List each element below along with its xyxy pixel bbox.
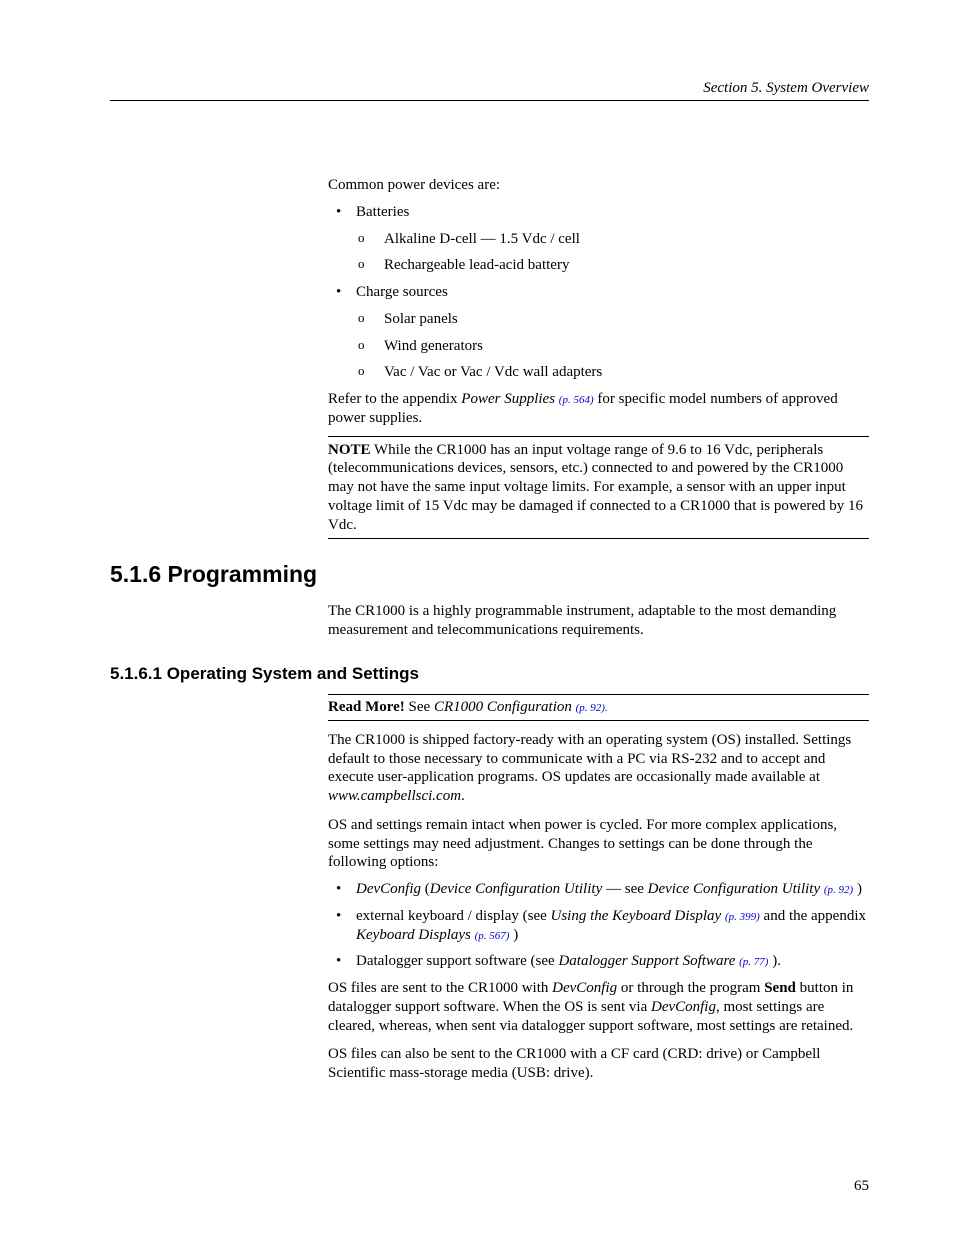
text-run: ) <box>509 927 518 943</box>
refer-appendix-para: Refer to the appendix Power Supplies (p.… <box>328 390 869 428</box>
text-bold: Send <box>764 980 796 996</box>
text-italic: Using the Keyboard Display <box>551 908 725 924</box>
text-run: The CR1000 is shipped factory-ready with… <box>328 732 851 786</box>
readmore-box: Read More! See CR1000 Configuration (p. … <box>328 694 869 721</box>
note-text: While the CR1000 has an input voltage ra… <box>328 442 863 533</box>
sublist-item: Solar panels <box>356 310 869 329</box>
readmore-label: Read More! <box>328 699 405 715</box>
text-run: ( <box>421 881 430 897</box>
text-italic: Power Supplies <box>461 391 559 407</box>
heading-programming: 5.1.6 Programming <box>110 561 869 588</box>
text-italic: CR1000 Configuration <box>434 699 576 715</box>
os-para-1: The CR1000 is shipped factory-ready with… <box>328 731 869 806</box>
os-para-4: OS files can also be sent to the CR1000 … <box>328 1045 869 1083</box>
list-item-devconfig: DevConfig (Device Configuration Utility … <box>328 880 869 899</box>
page-reference-link[interactable]: (p. 399) <box>725 911 760 923</box>
text-run: Refer to the appendix <box>328 391 461 407</box>
sublist-item: Vac / Vac or Vac / Vdc wall adapters <box>356 363 869 382</box>
page-reference-link[interactable]: (p. 567) <box>475 930 510 942</box>
text-italic: DevConfig <box>356 881 421 897</box>
text-run: and the appendix <box>760 908 866 924</box>
text-italic: Keyboard Displays <box>356 927 475 943</box>
power-devices-list: Batteries Alkaline D-cell — 1.5 Vdc / ce… <box>328 203 869 382</box>
text-run: Datalogger support software (see <box>356 953 558 969</box>
text-italic: Device Configuration Utility <box>648 881 824 897</box>
list-item-batteries: Batteries Alkaline D-cell — 1.5 Vdc / ce… <box>328 203 869 275</box>
note-box: NOTE While the CR1000 has an input volta… <box>328 436 869 540</box>
common-power-intro: Common power devices are: <box>328 176 869 195</box>
section-label: Section 5. System Overview <box>703 80 869 96</box>
batteries-sublist: Alkaline D-cell — 1.5 Vdc / cell Recharg… <box>356 230 869 276</box>
text-italic: DevConfig <box>651 999 716 1015</box>
page-number: 65 <box>854 1178 869 1195</box>
text-run: or through the program <box>617 980 764 996</box>
text-run: external keyboard / display (see <box>356 908 551 924</box>
text-italic: Datalogger Support Software <box>558 953 739 969</box>
text-run: See <box>405 699 434 715</box>
sublist-item: Alkaline D-cell — 1.5 Vdc / cell <box>356 230 869 249</box>
text-run: ). <box>768 953 781 969</box>
sublist-item: Rechargeable lead-acid battery <box>356 256 869 275</box>
heading-os-settings: 5.1.6.1 Operating System and Settings <box>110 664 869 684</box>
sublist-item: Wind generators <box>356 337 869 356</box>
os-para-2: OS and settings remain intact when power… <box>328 816 869 872</box>
text-run: . <box>461 788 465 804</box>
list-item-datalogger-software: Datalogger support software (see Datalog… <box>328 952 869 971</box>
settings-options-list: DevConfig (Device Configuration Utility … <box>328 880 869 971</box>
charge-sublist: Solar panels Wind generators Vac / Vac o… <box>356 310 869 382</box>
page-reference-link[interactable]: (p. 77) <box>739 956 768 968</box>
note-label: NOTE <box>328 442 371 458</box>
text-italic: Device Configuration Utility <box>430 881 602 897</box>
text-italic: DevConfig <box>552 980 617 996</box>
text-run: — see <box>602 881 647 897</box>
text-run: OS files are sent to the CR1000 with <box>328 980 552 996</box>
page-header: Section 5. System Overview <box>110 80 869 101</box>
list-item-label: Batteries <box>356 204 409 220</box>
list-item-charge-sources: Charge sources Solar panels Wind generat… <box>328 283 869 382</box>
url-text: www.campbellsci.com <box>328 788 461 804</box>
page-reference-link[interactable]: (p. 92) <box>824 884 853 896</box>
list-item-external-keyboard: external keyboard / display (see Using t… <box>328 907 869 945</box>
page-reference-link[interactable]: (p. 92). <box>576 702 608 714</box>
os-para-3: OS files are sent to the CR1000 with Dev… <box>328 979 869 1035</box>
text-run: ) <box>853 881 862 897</box>
programming-para: The CR1000 is a highly programmable inst… <box>328 602 869 640</box>
list-item-label: Charge sources <box>356 284 448 300</box>
page-reference-link[interactable]: (p. 564) <box>559 394 594 406</box>
